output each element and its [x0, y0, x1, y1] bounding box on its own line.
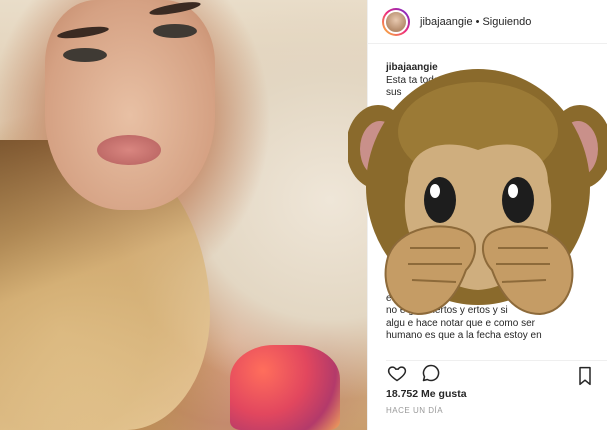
photo-brow-left: [56, 24, 110, 41]
post-timestamp: HACE UN DÍA: [386, 406, 444, 415]
photo-face: [45, 0, 215, 210]
header-separator-dot: •: [475, 15, 480, 28]
monkey-eye-left: [424, 177, 456, 223]
follow-status-button[interactable]: Siguiendo: [482, 16, 531, 28]
bookmark-icon[interactable]: [574, 365, 596, 387]
post-actions: [386, 360, 607, 386]
comment-bubble-icon[interactable]: [420, 362, 442, 384]
photo-eye-left: [63, 48, 107, 62]
monkey-eye-right: [502, 177, 534, 223]
likes-line[interactable]: 18.752 Me gusta: [386, 388, 467, 400]
photo-brow-right: [148, 0, 202, 18]
photo-eye-right: [153, 24, 197, 38]
post-header: jibajaangie • Siguiendo: [368, 0, 607, 44]
monkey-eye-left-shine: [430, 184, 440, 198]
likes-count: 18.752: [386, 388, 419, 400]
heart-outline-icon[interactable]: [386, 362, 408, 384]
photo-lips: [97, 135, 161, 165]
header-user-info: jibajaangie • Siguiendo: [420, 16, 531, 28]
photo-swimsuit: [230, 345, 340, 430]
avatar-image: [384, 9, 408, 34]
see-no-evil-monkey-emoji: [348, 69, 607, 316]
header-username[interactable]: jibajaangie: [420, 16, 473, 28]
post-photo: [0, 0, 367, 430]
monkey-eye-right-shine: [508, 184, 518, 198]
avatar[interactable]: [382, 7, 410, 36]
likes-label: Me gusta: [421, 388, 467, 400]
